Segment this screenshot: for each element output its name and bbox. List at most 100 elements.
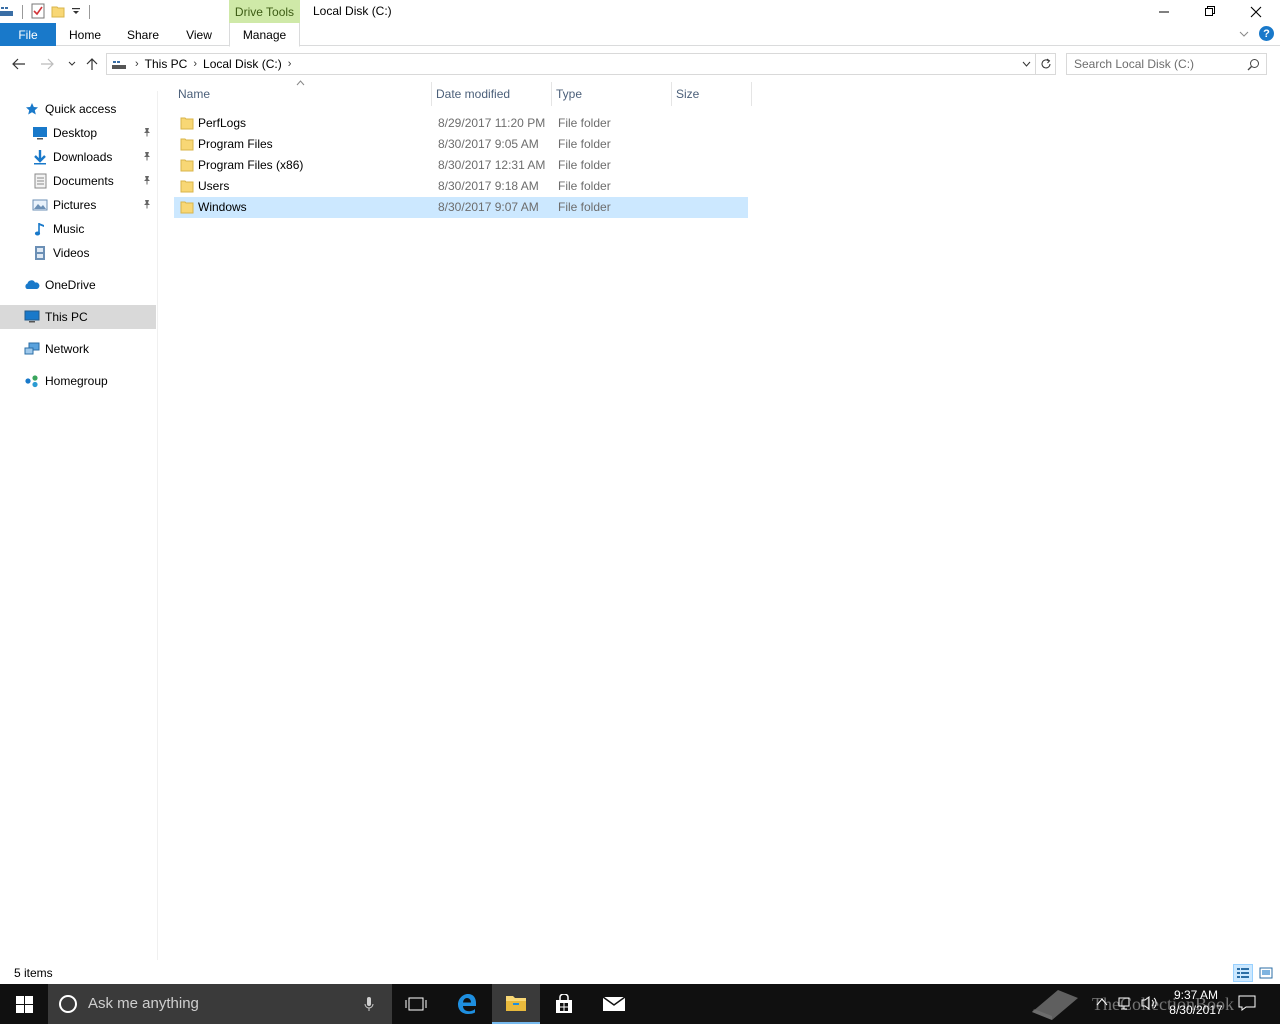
nav-item-label: Pictures [53,198,97,212]
breadcrumb-local-disk[interactable]: Local Disk (C:) [199,57,286,71]
pin-icon[interactable] [142,199,152,212]
pin-icon[interactable] [142,175,152,188]
nav-item-pictures[interactable]: Pictures [0,193,156,217]
file-row[interactable]: Users 8/30/2017 9:18 AM File folder [174,176,748,197]
nav-item-label: Network [45,342,90,356]
details-view-icon[interactable] [1233,964,1253,982]
status-bar: 5 items [0,962,1280,984]
nav-item-label: Music [53,222,85,236]
task-view-button[interactable] [392,984,440,1024]
folder-icon [180,137,194,154]
file-row[interactable]: Program Files 8/30/2017 9:05 AM File fol… [174,134,748,155]
folder-icon [180,116,194,133]
search-box[interactable] [1066,53,1267,75]
homegroup-icon [24,373,40,389]
column-header-type[interactable]: Type [552,82,672,106]
onedrive-icon [24,277,40,293]
store-icon [556,994,572,1013]
ribbon-controls: ? [1239,26,1274,41]
pictures-icon [32,197,48,213]
clock-date: 8/30/2017 [1169,1003,1223,1017]
tab-manage[interactable]: Manage [229,23,300,47]
edge-taskbar-button[interactable] [443,984,491,1024]
new-folder-icon[interactable] [51,4,65,21]
large-icons-view-icon[interactable] [1256,964,1276,982]
store-taskbar-button[interactable] [540,984,588,1024]
documents-icon [32,173,48,189]
file-type: File folder [558,179,611,193]
cortana-search-box[interactable]: Ask me anything [48,984,392,1024]
address-dropdown-icon[interactable] [1017,54,1035,74]
mail-taskbar-button[interactable] [590,984,638,1024]
file-explorer-taskbar-button[interactable] [492,984,540,1024]
back-button[interactable] [10,55,28,73]
file-name: Program Files (x86) [198,158,304,172]
up-button[interactable] [83,55,101,73]
nav-item-downloads[interactable]: Downloads [0,145,156,169]
nav-item-videos[interactable]: Videos [0,241,156,265]
task-view-icon [405,997,427,1011]
nav-item-network[interactable]: Network [0,337,156,361]
pin-icon[interactable] [142,151,152,164]
restore-button[interactable] [1187,0,1233,23]
customize-toolbar-icon[interactable] [71,5,81,19]
desktop-icon [32,125,48,141]
refresh-button[interactable] [1036,53,1056,75]
address-bar[interactable]: › This PC › Local Disk (C:) › [106,53,1036,75]
tab-home[interactable]: Home [62,23,108,46]
tab-view[interactable]: View [178,23,220,46]
nav-item-label: OneDrive [45,278,96,292]
column-header-date-modified[interactable]: Date modified [432,82,552,106]
minimize-button[interactable] [1141,0,1187,23]
nav-item-homegroup[interactable]: Homegroup [0,369,156,393]
file-row[interactable]: PerfLogs 8/29/2017 11:20 PM File folder [174,113,748,134]
microphone-icon[interactable] [364,996,374,1015]
system-clock[interactable]: 9:37 AM 8/30/2017 [1164,988,1228,1018]
breadcrumb-chevron-icon[interactable]: › [133,58,141,70]
taskbar: Ask me anything TheCollectionBook 9:37 A… [0,984,1280,1024]
network-icon [24,341,40,357]
file-row[interactable]: Program Files (x86) 8/30/2017 12:31 AM F… [174,155,748,176]
tab-share[interactable]: Share [120,23,166,46]
nav-item-documents[interactable]: Documents [0,169,156,193]
file-type: File folder [558,116,611,130]
pin-icon[interactable] [142,127,152,140]
cortana-search-placeholder: Ask me anything [88,995,199,1012]
forward-button[interactable] [38,55,56,73]
recent-locations-button[interactable] [63,55,81,73]
drive-icon [107,58,133,70]
show-hidden-icons-icon[interactable] [1096,996,1108,1010]
breadcrumb-chevron-icon[interactable]: › [191,58,199,70]
close-button[interactable] [1233,0,1279,23]
drive-icon[interactable] [0,5,14,20]
file-row-selected[interactable]: Windows 8/30/2017 9:07 AM File folder [174,197,748,218]
network-status-icon[interactable] [1118,995,1134,1014]
properties-icon[interactable] [31,3,45,22]
action-center-icon[interactable] [1238,995,1256,1014]
folder-icon [180,200,194,217]
file-name: Users [198,179,230,193]
start-button[interactable] [0,984,48,1024]
nav-item-quick-access[interactable]: Quick access [0,97,156,121]
nav-item-onedrive[interactable]: OneDrive [0,273,156,297]
navigation-pane: Quick access Desktop Downloads Documents [0,91,158,960]
file-name: PerfLogs [198,116,247,130]
search-icon[interactable] [1247,58,1260,74]
search-input[interactable] [1067,57,1237,71]
mail-icon [602,996,626,1011]
nav-item-desktop[interactable]: Desktop [0,121,156,145]
breadcrumb-chevron-icon[interactable]: › [286,58,294,70]
file-name: Windows [198,200,247,214]
window-title: Local Disk (C:) [313,4,392,18]
column-header-size[interactable]: Size [672,82,752,106]
breadcrumb-this-pc[interactable]: This PC [141,57,192,71]
nav-item-this-pc[interactable]: This PC [0,305,156,329]
help-icon[interactable]: ? [1259,26,1274,41]
nav-item-label: This PC [45,310,88,324]
expand-ribbon-icon[interactable] [1239,27,1249,41]
navigation-bar: › This PC › Local Disk (C:) › [0,46,1280,81]
tab-file[interactable]: File [0,23,56,46]
download-icon [32,149,48,165]
nav-item-music[interactable]: Music [0,217,156,241]
volume-icon[interactable] [1141,995,1159,1014]
